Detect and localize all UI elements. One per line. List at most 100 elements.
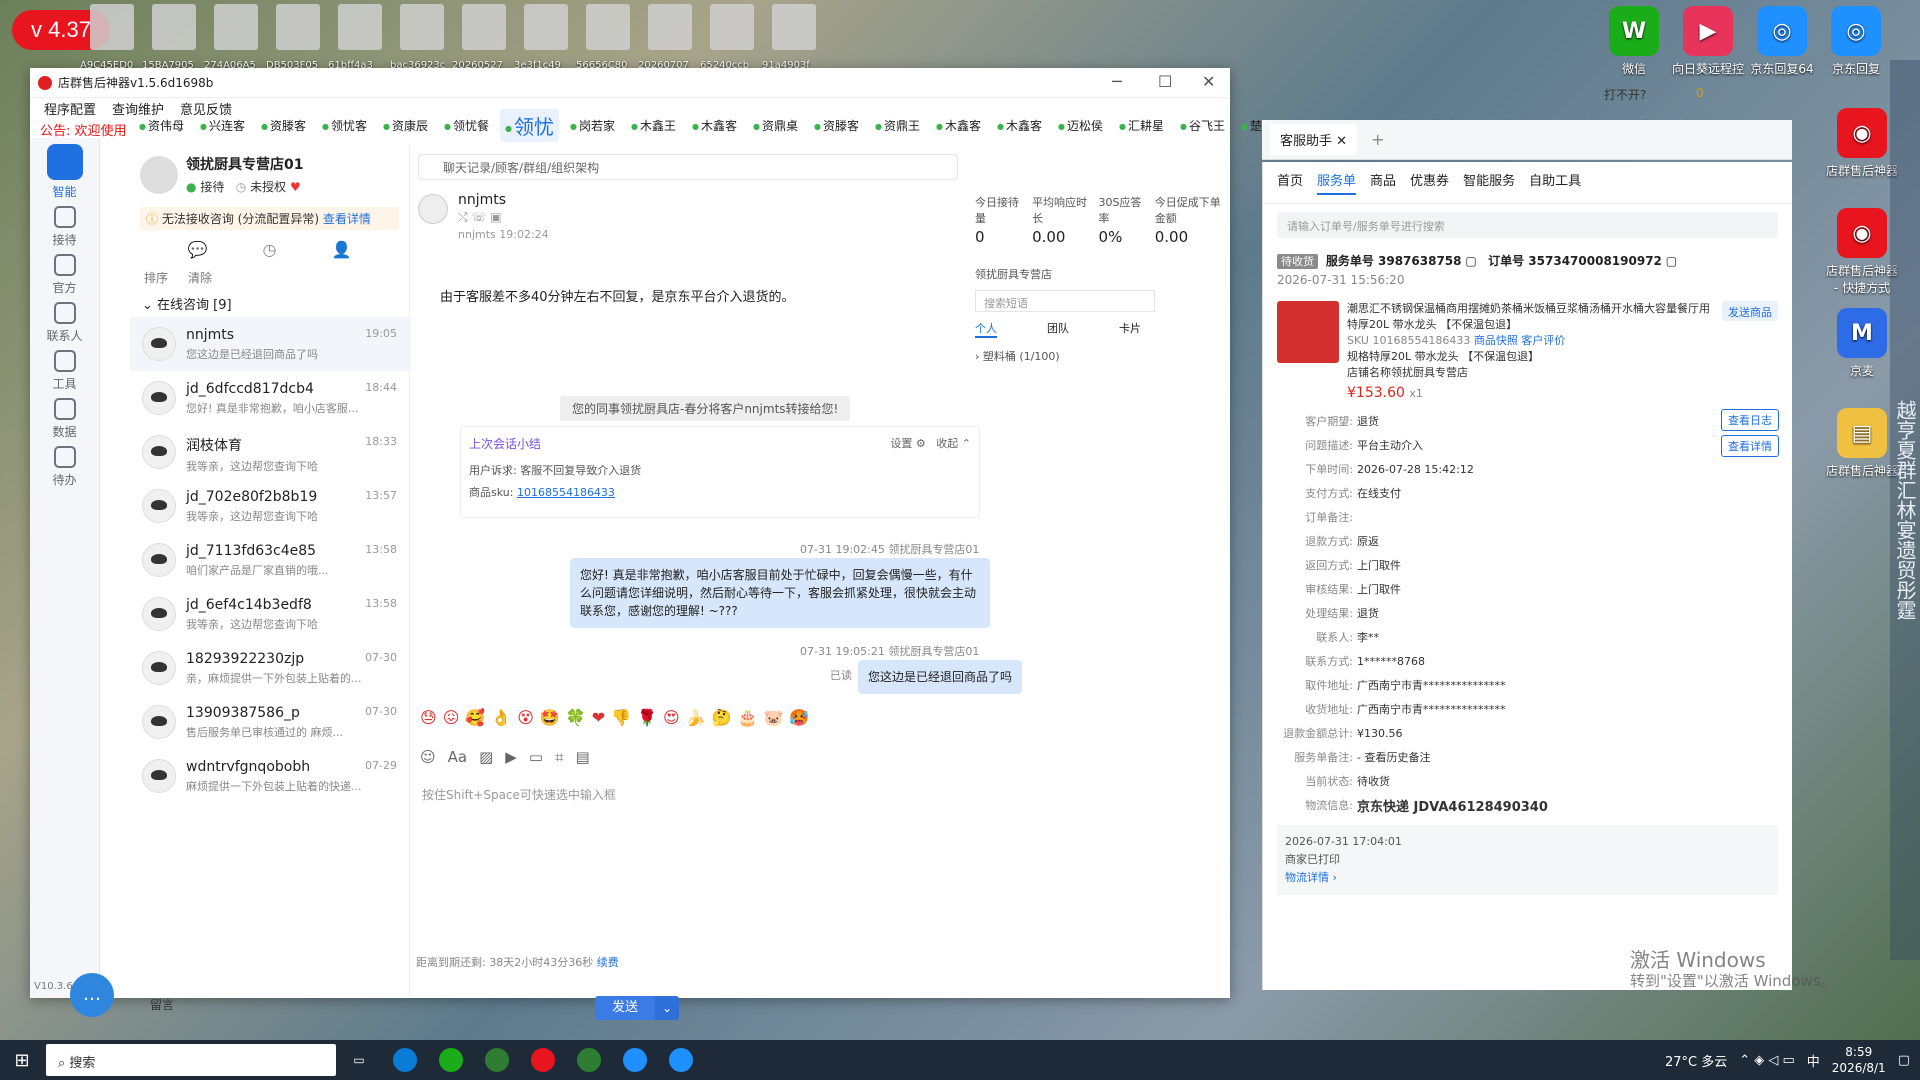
taskbar-app[interactable] xyxy=(428,1040,474,1080)
taskbar-app[interactable] xyxy=(612,1040,658,1080)
summary-sku-link[interactable]: 10168554186433 xyxy=(517,486,615,499)
desktop-thumbnail[interactable] xyxy=(400,4,444,50)
desktop-thumbnail[interactable] xyxy=(338,4,382,50)
store-tab[interactable]: 资鼎王 xyxy=(870,115,925,136)
menu-config[interactable]: 程序配置 xyxy=(44,99,96,118)
store-tab[interactable]: 岗若家 xyxy=(565,115,620,136)
leave-message[interactable]: 留言 xyxy=(150,996,174,1013)
renew-link[interactable]: 续费 xyxy=(597,956,619,969)
store-tab[interactable]: 兴连客 xyxy=(195,115,250,136)
store-tab[interactable]: 谷飞王 xyxy=(1175,115,1230,136)
product-links[interactable]: 商品快照 客户评价 xyxy=(1474,334,1566,347)
assistant-tab-item[interactable]: 首页 xyxy=(1277,170,1303,195)
contact-actions-icon[interactable]: ⤭ ☏ ▣ xyxy=(458,210,502,225)
status-auth[interactable]: 未授权 xyxy=(250,180,286,194)
maximize-icon[interactable]: ☐ xyxy=(1158,72,1172,91)
ime-indicator[interactable]: 中 xyxy=(1807,1051,1820,1070)
desktop-thumbnail[interactable] xyxy=(462,4,506,50)
conversation-item[interactable]: 润枝体育 18:33 我等亲，这边帮您查询下哈 xyxy=(130,425,409,479)
desktop-thumbnail[interactable] xyxy=(276,4,320,50)
desktop-thumbnail[interactable] xyxy=(586,4,630,50)
emoji-icon[interactable]: ☺ xyxy=(420,748,436,766)
store-tab[interactable]: 木鑫王 xyxy=(626,115,681,136)
conversation-item[interactable]: jd_702e80f2b8b19 13:57 我等亲，这边帮您查询下哈 xyxy=(130,479,409,533)
assistant-tab[interactable]: 客服助手 ✕ xyxy=(1270,124,1358,155)
taskbar-app[interactable] xyxy=(382,1040,428,1080)
font-icon[interactable]: Aa xyxy=(448,748,467,766)
desktop-icon[interactable]: W 微信 xyxy=(1594,6,1674,77)
conversation-item[interactable]: jd_6dfccd817dcb4 18:44 您好! 真是非常抱歉，咱小店客服... xyxy=(130,371,409,425)
windows-start-icon[interactable]: ⊞ xyxy=(0,1050,44,1071)
phrase-tab-team[interactable]: 团队 xyxy=(1047,320,1069,338)
nav-item[interactable]: 待办 xyxy=(35,446,95,488)
status-reception[interactable]: 接待 xyxy=(200,180,224,194)
store-tab[interactable]: 迈松侯 xyxy=(1053,115,1108,136)
chat-bubble-icon[interactable]: … xyxy=(70,973,114,1017)
taskbar-app[interactable] xyxy=(520,1040,566,1080)
conversation-item[interactable]: jd_7113fd63c4e85 13:58 咱们家产品是厂家直销的哦... xyxy=(130,533,409,587)
minimize-icon[interactable]: ─ xyxy=(1112,72,1122,91)
store-tab[interactable]: 木鑫客 xyxy=(687,115,742,136)
person-icon[interactable]: 👤 xyxy=(332,240,352,259)
summary-settings[interactable]: 设置 xyxy=(890,437,912,450)
store-tab[interactable]: 领忧客 xyxy=(317,115,372,136)
clear-button[interactable]: 清除 xyxy=(188,269,212,286)
desktop-thumbnail[interactable] xyxy=(152,4,196,50)
taskbar-search[interactable]: ⌕ 搜索 xyxy=(46,1044,336,1076)
desktop-thumbnail[interactable] xyxy=(524,4,568,50)
emoji-item[interactable]: 👎 xyxy=(611,708,631,727)
summary-fold[interactable]: 收起 xyxy=(936,437,958,450)
image-icon[interactable]: ▨ xyxy=(479,748,493,766)
nav-item[interactable]: 官方 xyxy=(35,254,95,296)
clock[interactable]: 8:59 2026/8/1 xyxy=(1832,1044,1886,1076)
video-icon[interactable]: ▶ xyxy=(505,748,517,766)
help-link[interactable]: 打不开? xyxy=(1604,86,1646,103)
add-tab-icon[interactable]: + xyxy=(1371,130,1384,149)
table-icon[interactable]: ▤ xyxy=(575,748,589,766)
view-detail-button[interactable]: 查看详情 xyxy=(1721,435,1779,457)
tray-icons[interactable]: ⌃ ◈ ◁ ▭ xyxy=(1739,1053,1795,1068)
product-title[interactable]: 潮思汇不锈钢保温桶商用摆摊奶茶桶米饭桶豆浆桶汤桶开水桶大容量餐厅用 特厚20L … xyxy=(1347,301,1714,333)
desktop-icon[interactable]: ▶ 向日葵远程控 xyxy=(1668,6,1748,77)
chat-icon[interactable]: 💬 xyxy=(188,240,208,259)
emoji-item[interactable]: 🍌 xyxy=(686,708,706,727)
conversation-item[interactable]: 13909387586_p 07-30 售后服务单已审核通过的 麻烦... xyxy=(130,695,409,749)
conversation-item[interactable]: 18293922230zjp 07-30 亲，麻烦提供一下外包装上贴着的... xyxy=(130,641,409,695)
logistics-detail-link[interactable]: 物流详情 › xyxy=(1285,869,1770,887)
phrase-group[interactable]: › 塑料桶 (1/100) xyxy=(975,348,1235,364)
store-tab[interactable]: 领忧 xyxy=(500,108,559,142)
group-header[interactable]: ⌄ 在线咨询 [9] xyxy=(130,290,409,317)
weather[interactable]: 27°C 多云 xyxy=(1665,1051,1727,1070)
store-tab[interactable]: 领忧餐 xyxy=(439,115,494,136)
assistant-tab-item[interactable]: 商品 xyxy=(1370,170,1396,195)
notification-icon[interactable]: ▢ xyxy=(1898,1053,1910,1068)
emoji-item[interactable]: 🍀 xyxy=(566,708,586,727)
emoji-item[interactable]: 🤔 xyxy=(712,708,732,727)
emoji-item[interactable]: 🐷 xyxy=(763,708,783,727)
emoji-item[interactable]: 👌 xyxy=(491,708,511,727)
folder-icon[interactable]: ▭ xyxy=(529,748,543,766)
store-tab[interactable]: 木鑫客 xyxy=(931,115,986,136)
phrase-search[interactable]: 搜索短语 xyxy=(975,290,1155,312)
store-tab[interactable]: 木鑫客 xyxy=(992,115,1047,136)
assistant-tab-item[interactable]: 自助工具 xyxy=(1529,170,1581,195)
store-tab[interactable]: 资滕客 xyxy=(256,115,311,136)
send-button[interactable]: 发送 xyxy=(595,996,655,1020)
close-icon[interactable]: ✕ xyxy=(1202,72,1215,91)
nav-item[interactable]: 智能 xyxy=(35,144,95,200)
nav-item[interactable]: 工具 xyxy=(35,350,95,392)
emoji-item[interactable]: 😓 xyxy=(420,708,437,727)
store-tab[interactable]: 资滕客 xyxy=(809,115,864,136)
emoji-item[interactable]: 🌹 xyxy=(637,708,657,727)
send-product-button[interactable]: 发送商品 xyxy=(1722,301,1778,321)
emoji-item[interactable]: 🥵 xyxy=(789,708,809,727)
store-tab[interactable]: 汇耕星 xyxy=(1114,115,1169,136)
assistant-tab-item[interactable]: 服务单 xyxy=(1317,170,1357,195)
emoji-item[interactable]: 😖 xyxy=(443,708,460,727)
view-log-button[interactable]: 查看日志 xyxy=(1721,409,1779,431)
desktop-icon[interactable]: ◎ 京东回复 xyxy=(1816,6,1896,77)
assistant-tab-item[interactable]: 优惠券 xyxy=(1410,170,1449,195)
emoji-item[interactable]: 🥰 xyxy=(465,708,485,727)
desktop-thumbnail[interactable] xyxy=(710,4,754,50)
nav-item[interactable]: 数据 xyxy=(35,398,95,440)
